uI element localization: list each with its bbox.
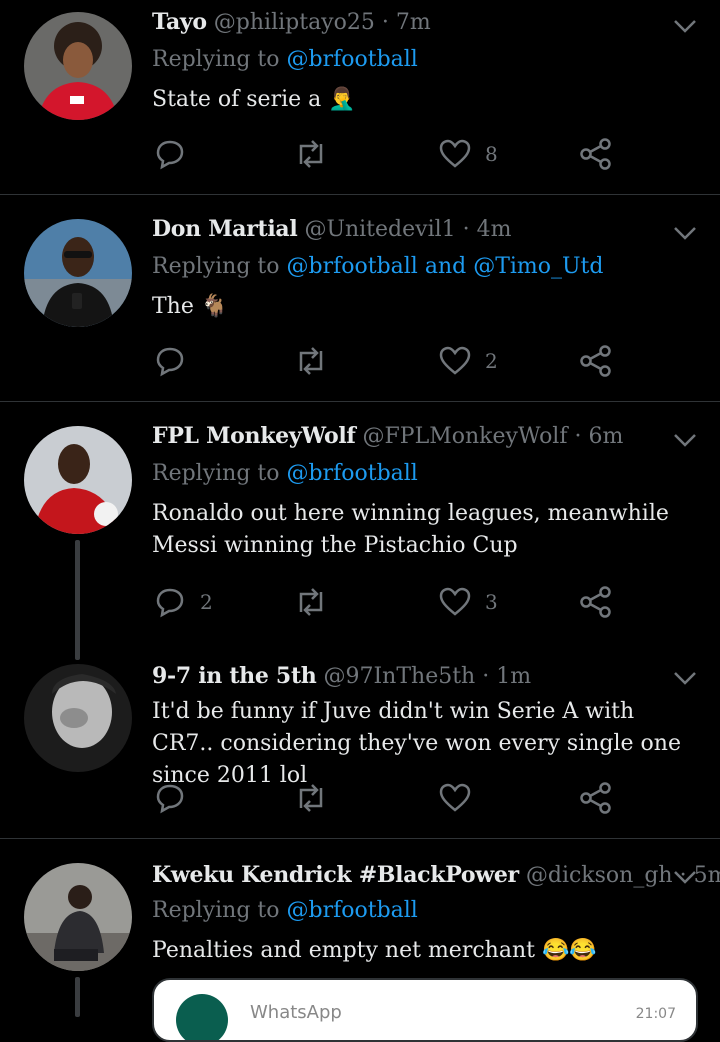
heart-icon [439,139,471,168]
image-app-label: WhatsApp [250,1002,342,1023]
reply-button[interactable]: 2 [152,582,213,622]
like-count: 8 [485,142,498,166]
retweet-button[interactable] [292,341,342,381]
chevron-down-icon[interactable] [672,18,698,34]
reply-icon [156,784,184,814]
heart-icon [439,587,471,616]
like-button[interactable]: 8 [437,134,498,174]
tweet-4[interactable]: 9-7 in the 5th @97InThe5th · 1m It'd be … [0,640,720,838]
replying-to-label: Replying to [152,47,280,72]
retweet-button[interactable] [292,582,342,622]
display-name[interactable]: Tayo [152,9,207,35]
reply-button[interactable] [152,341,200,381]
replying-to-label: Replying to [152,898,280,923]
heart-icon [439,783,471,812]
mention-link[interactable]: @brfootball [287,461,418,486]
share-icon [580,782,611,814]
display-name[interactable]: FPL MonkeyWolf [152,423,356,449]
tweet-1[interactable]: Tayo @philiptayo25 · 7m Replying to @brf… [0,0,720,194]
replying-to-label: Replying to [152,254,280,279]
tweet-3[interactable]: FPL MonkeyWolf @FPLMonkeyWolf · 6m Reply… [0,402,720,660]
retweet-icon [299,140,323,168]
tweet-text: Penalties and empty net merchant 😂😂 [152,938,597,963]
timestamp[interactable]: 7m [396,10,431,35]
thread-connector [75,977,80,1017]
tweet-2[interactable]: Don Martial @Unitedevil1 · 4m Replying t… [0,195,720,401]
mention-link[interactable]: @brfootball [287,898,418,923]
reply-icon [156,347,184,377]
chevron-down-icon[interactable] [672,225,698,241]
share-icon [580,138,611,170]
like-button[interactable] [437,778,485,818]
share-icon [580,345,611,377]
user-handle[interactable]: @dickson_gh [526,863,673,888]
mention-link[interactable]: @brfootball [287,47,418,72]
user-handle[interactable]: @FPLMonkeyWolf [363,424,568,449]
display-name[interactable]: Kweku Kendrick #BlackPower [152,862,519,888]
display-name[interactable]: 9-7 in the 5th [152,663,317,689]
timestamp[interactable]: 6m [589,424,624,449]
like-count: 2 [485,349,498,373]
avatar[interactable] [24,664,132,772]
attached-image[interactable]: WhatsApp 21:07 [152,978,698,1042]
user-handle[interactable]: @Unitedevil1 [304,217,455,242]
replying-to-label: Replying to [152,461,280,486]
separator-dot: · [482,664,490,689]
separator-dot: · [462,217,470,242]
tweet-text: State of serie a 🤦‍♂️ [152,87,356,112]
avatar[interactable] [24,12,132,120]
avatar[interactable] [24,219,132,327]
retweet-icon [299,588,323,616]
chevron-down-icon[interactable] [672,869,698,885]
chevron-down-icon[interactable] [672,670,698,686]
retweet-icon [299,347,323,375]
reply-icon [156,588,184,618]
avatar[interactable] [24,426,132,534]
like-button[interactable]: 2 [437,341,498,381]
reply-button[interactable] [152,778,200,818]
user-handle[interactable]: @philiptayo25 [214,10,375,35]
retweet-button[interactable] [292,134,342,174]
tweet-text: The 🐐 [152,294,229,319]
share-button[interactable] [578,582,614,622]
share-button[interactable] [578,341,614,381]
separator-dot: · [381,10,389,35]
mention-link[interactable]: @brfootball and @Timo_Utd [287,254,604,279]
retweet-icon [299,784,323,812]
like-button[interactable]: 3 [437,582,498,622]
whatsapp-icon [176,994,228,1040]
like-count: 3 [485,590,498,614]
image-time-label: 21:07 [635,1006,676,1022]
heart-icon [439,346,471,375]
timestamp[interactable]: 1m [496,664,531,689]
timestamp[interactable]: 4m [477,217,512,242]
retweet-button[interactable] [292,778,342,818]
share-icon [580,586,611,618]
avatar[interactable] [24,863,132,971]
reply-icon [156,140,184,170]
reply-count: 2 [200,590,213,614]
tweet-text: Ronaldo out here winning leagues, meanwh… [152,501,669,558]
chevron-down-icon[interactable] [672,432,698,448]
separator-dot: · [574,424,582,449]
share-button[interactable] [578,134,614,174]
display-name[interactable]: Don Martial [152,216,298,242]
user-handle[interactable]: @97InThe5th [324,664,476,689]
share-button[interactable] [578,778,614,818]
reply-button[interactable] [152,134,200,174]
